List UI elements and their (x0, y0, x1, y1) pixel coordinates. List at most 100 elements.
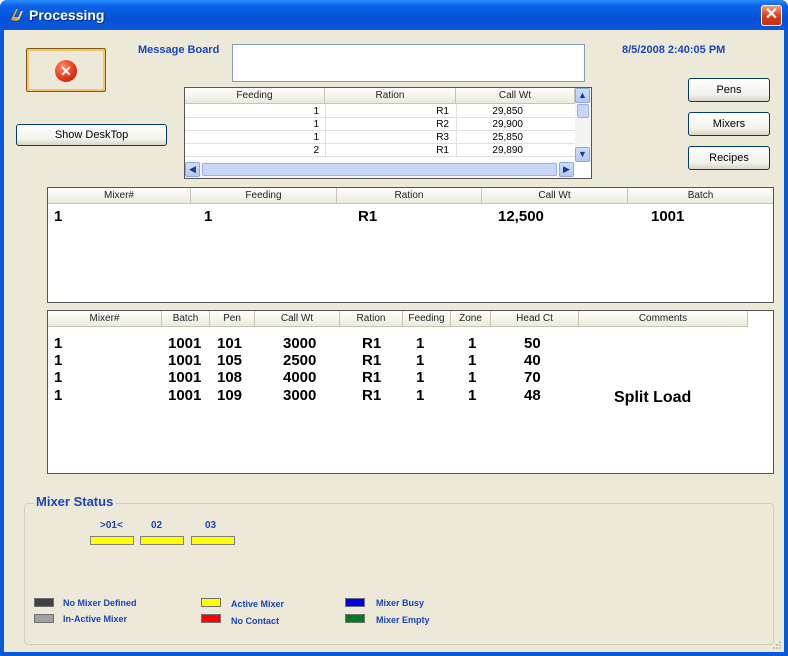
window-title: Processing (29, 7, 105, 23)
mixers-button[interactable]: Mixers (688, 112, 770, 136)
call-wt-cell: 12,500 (498, 208, 544, 225)
mixer-table: Mixer# Feeding Ration Call Wt Batch 1 1 … (47, 187, 774, 303)
processing-window: Processing ✕ ✕ Show DeskTop Message Boar… (0, 0, 788, 656)
mixer-label: >01< (100, 520, 123, 531)
zone-cell: 1 (468, 352, 477, 369)
scroll-down-arrow-icon[interactable]: ▼ (575, 147, 590, 162)
mixer-num-col-header[interactable]: Mixer# (48, 311, 162, 327)
mixer-num-cell: 1 (54, 208, 63, 225)
legend-label: Mixer Busy (376, 598, 425, 608)
pen-cell: 101 (217, 335, 243, 352)
mixer-status-indicator[interactable] (191, 536, 235, 545)
feeding-cell: 1 (416, 352, 425, 369)
resize-grip-icon[interactable] (772, 640, 782, 650)
scroll-up-arrow-icon[interactable]: ▲ (575, 88, 590, 103)
table-row[interactable]: 1 1001 101 3000 R1 1 1 50 (48, 335, 748, 352)
feeding-vertical-scrollbar[interactable]: ▲ ▼ (575, 88, 591, 162)
mixer-num-cell: 1 (54, 387, 63, 404)
call-wt-cell: 2500 (283, 352, 317, 369)
call-wt-col-header[interactable]: Call Wt (456, 88, 575, 104)
ration-col-header[interactable]: Ration (325, 88, 456, 104)
scroll-thumb[interactable] (577, 104, 589, 118)
pen-col-header[interactable]: Pen (210, 311, 255, 327)
call-wt-cell: 29,850 (492, 106, 523, 117)
pens-button[interactable]: Pens (688, 78, 770, 102)
feeding-table: Feeding Ration Call Wt 1 R1 29,850 1 R2 … (184, 87, 592, 179)
scroll-left-arrow-icon[interactable]: ◀ (185, 162, 200, 177)
pen-table-header: Mixer# Batch Pen Call Wt Ration Feeding … (48, 311, 748, 327)
head-ct-cell: 40 (524, 352, 541, 369)
feeding-cell: 1 (313, 132, 319, 143)
legend-label: No Contact (231, 616, 279, 626)
feeding-col-header[interactable]: Feeding (185, 88, 325, 104)
feeding-cell: 1 (416, 387, 425, 404)
ration-cell: R1 (362, 369, 382, 386)
ration-cell: R1 (362, 352, 382, 369)
ration-cell: R1 (362, 387, 382, 404)
call-wt-col-header[interactable]: Call Wt (482, 188, 628, 204)
window-close-button[interactable]: ✕ (761, 5, 782, 26)
batch-col-header[interactable]: Batch (628, 188, 773, 204)
table-row[interactable]: 1 R1 29,850 (185, 106, 575, 118)
table-row[interactable]: 2 R1 29,890 (185, 145, 575, 157)
comments-cell: Split Load (614, 389, 692, 406)
comments-col-header[interactable]: Comments (579, 311, 748, 327)
mixer-num-col-header[interactable]: Mixer# (48, 188, 191, 204)
head-ct-cell: 48 (524, 387, 541, 404)
legend-label: Active Mixer (231, 599, 285, 609)
head-ct-cell: 50 (524, 335, 541, 352)
table-row[interactable]: 1 1001 109 3000 R1 1 1 48 Split Load (48, 387, 748, 406)
feeding-cell: 1 (204, 208, 213, 225)
scroll-right-arrow-icon[interactable]: ▶ (559, 162, 574, 177)
cancel-x-icon: ✕ (55, 60, 77, 82)
batch-cell: 1001 (168, 369, 202, 386)
feeding-cell: 1 (416, 335, 425, 352)
mixer-table-header: Mixer# Feeding Ration Call Wt Batch (48, 188, 773, 204)
table-row[interactable]: 1 1001 108 4000 R1 1 1 70 (48, 369, 748, 386)
table-row[interactable]: 1 R3 25,850 (185, 132, 575, 144)
feeding-col-header[interactable]: Feeding (191, 188, 337, 204)
mixer-num-cell: 1 (54, 352, 63, 369)
cancel-button[interactable]: ✕ (26, 48, 106, 92)
table-row[interactable]: 1 R2 29,900 (185, 119, 575, 131)
feeding-cell: 1 (313, 106, 319, 117)
ration-col-header[interactable]: Ration (340, 311, 403, 327)
zone-cell: 1 (468, 387, 477, 404)
feeding-horizontal-scrollbar[interactable]: ◀ ▶ (185, 162, 575, 178)
message-board-label: Message Board (138, 44, 220, 56)
app-icon (11, 9, 23, 21)
pen-cell: 108 (217, 369, 243, 386)
table-row[interactable]: 1 1 R1 12,500 1001 (48, 208, 773, 228)
pen-cell: 109 (217, 387, 243, 404)
feeding-col-header[interactable]: Feeding (403, 311, 451, 327)
legend-swatch (345, 614, 365, 623)
ration-cell: R1 (436, 145, 449, 156)
batch-col-header[interactable]: Batch (162, 311, 210, 327)
mixer-status-indicator[interactable] (140, 536, 184, 545)
head-ct-col-header[interactable]: Head Ct (491, 311, 579, 327)
call-wt-cell: 3000 (283, 335, 317, 352)
call-wt-cell: 29,900 (492, 119, 523, 130)
legend-swatch (345, 598, 365, 607)
legend-label: In-Active Mixer (63, 614, 128, 624)
mixer-label: 02 (151, 520, 163, 531)
mixer-label: 03 (205, 520, 217, 531)
ration-cell: R1 (358, 208, 378, 225)
legend-label: No Mixer Defined (63, 598, 137, 608)
table-row[interactable]: 1 1001 105 2500 R1 1 1 40 (48, 352, 748, 369)
mixer-status-title: Mixer Status (34, 494, 116, 509)
zone-col-header[interactable]: Zone (451, 311, 491, 327)
feeding-cell: 1 (313, 119, 319, 130)
title-bar[interactable]: Processing ✕ (0, 0, 788, 30)
message-board-field[interactable] (232, 44, 585, 82)
call-wt-col-header[interactable]: Call Wt (255, 311, 340, 327)
recipes-button[interactable]: Recipes (688, 146, 770, 170)
batch-cell: 1001 (168, 335, 202, 352)
show-desktop-button[interactable]: Show DeskTop (16, 124, 167, 146)
ration-col-header[interactable]: Ration (337, 188, 482, 204)
batch-cell: 1001 (168, 387, 202, 404)
feeding-cell: 2 (313, 145, 319, 156)
batch-cell: 1001 (168, 352, 202, 369)
scroll-thumb[interactable] (202, 163, 557, 176)
mixer-status-indicator[interactable] (90, 536, 134, 545)
